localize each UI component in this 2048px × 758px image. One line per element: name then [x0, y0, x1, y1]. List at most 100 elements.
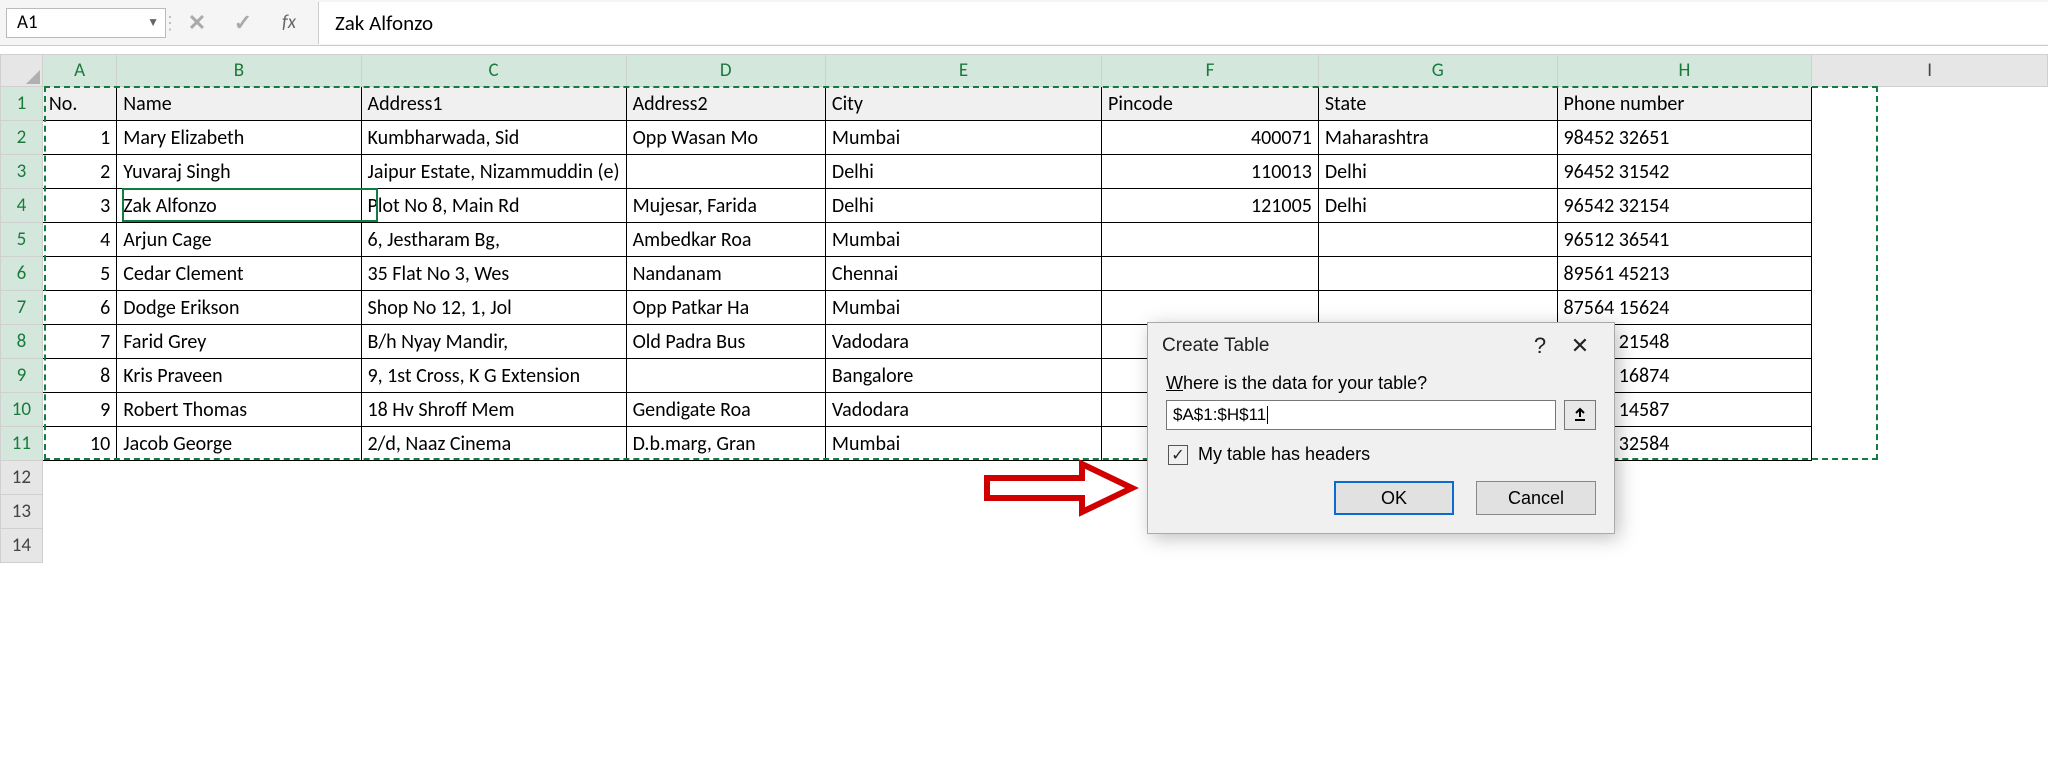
select-all-corner[interactable] [1, 55, 43, 87]
header-cell[interactable]: Phone number [1557, 87, 1812, 121]
data-cell[interactable]: B/h Nyay Mandir, [361, 325, 626, 359]
header-cell[interactable]: Address1 [361, 87, 626, 121]
col-header-C[interactable]: C [361, 55, 626, 87]
data-cell[interactable]: Kumbharwada, Sid [361, 121, 626, 155]
header-cell[interactable]: No. [42, 87, 116, 121]
data-cell[interactable]: Dodge Erikson [117, 291, 361, 325]
help-button[interactable]: ? [1520, 333, 1560, 359]
empty-cell[interactable] [1812, 257, 2048, 291]
col-header-I[interactable]: I [1812, 55, 2048, 87]
data-cell[interactable]: Arjun Cage [117, 223, 361, 257]
fx-icon[interactable]: fx [266, 2, 312, 44]
row-header-13[interactable]: 13 [1, 495, 43, 529]
data-cell[interactable]: 2/d, Naaz Cinema [361, 427, 626, 461]
empty-cell[interactable] [1812, 393, 2048, 427]
data-cell[interactable]: 98452 32651 [1557, 121, 1812, 155]
cancel-icon[interactable]: ✕ [174, 2, 220, 44]
empty-cell[interactable] [117, 461, 361, 495]
data-cell[interactable]: Kris Praveen [117, 359, 361, 393]
data-cell[interactable] [1318, 257, 1557, 291]
data-cell[interactable]: 5 [42, 257, 116, 291]
empty-cell[interactable] [361, 495, 626, 529]
data-cell[interactable]: Delhi [825, 155, 1101, 189]
data-cell[interactable]: D.b.marg, Gran [626, 427, 825, 461]
data-cell[interactable]: 35 Flat No 3, Wes [361, 257, 626, 291]
data-cell[interactable]: Shop No 12, 1, Jol [361, 291, 626, 325]
data-cell[interactable]: Mujesar, Farida [626, 189, 825, 223]
data-cell[interactable]: 400071 [1102, 121, 1319, 155]
data-cell[interactable]: 8 [42, 359, 116, 393]
data-cell[interactable] [1318, 291, 1557, 325]
ok-button[interactable]: OK [1334, 481, 1454, 515]
data-cell[interactable]: 121005 [1102, 189, 1319, 223]
empty-cell[interactable] [1812, 325, 2048, 359]
data-cell[interactable] [1318, 223, 1557, 257]
row-header-11[interactable]: 11 [1, 427, 43, 461]
row-header-8[interactable]: 8 [1, 325, 43, 359]
data-cell[interactable]: Mumbai [825, 427, 1101, 461]
empty-cell[interactable] [825, 495, 1101, 529]
row-header-4[interactable]: 4 [1, 189, 43, 223]
empty-cell[interactable] [1812, 495, 2048, 529]
row-header-10[interactable]: 10 [1, 393, 43, 427]
data-cell[interactable]: Vadodara [825, 393, 1101, 427]
header-cell[interactable]: Address2 [626, 87, 825, 121]
data-cell[interactable]: Yuvaraj Singh [117, 155, 361, 189]
data-cell[interactable]: 96512 36541 [1557, 223, 1812, 257]
col-header-B[interactable]: B [117, 55, 361, 87]
row-header-5[interactable]: 5 [1, 223, 43, 257]
empty-cell[interactable] [1812, 223, 2048, 257]
empty-cell[interactable] [117, 495, 361, 529]
data-cell[interactable]: Jacob George [117, 427, 361, 461]
data-cell[interactable]: Plot No 8, Main Rd [361, 189, 626, 223]
data-cell[interactable]: Mumbai [825, 291, 1101, 325]
data-cell[interactable] [626, 155, 825, 189]
data-cell[interactable]: 2 [42, 155, 116, 189]
data-cell[interactable]: Delhi [825, 189, 1101, 223]
empty-cell[interactable] [1812, 291, 2048, 325]
accept-icon[interactable]: ✓ [220, 2, 266, 44]
data-cell[interactable]: 96542 32154 [1557, 189, 1812, 223]
data-cell[interactable]: Vadodara [825, 325, 1101, 359]
data-cell[interactable]: 4 [42, 223, 116, 257]
header-cell[interactable]: Name [117, 87, 361, 121]
row-header-14[interactable]: 14 [1, 529, 43, 563]
data-cell[interactable]: Cedar Clement [117, 257, 361, 291]
headers-checkbox[interactable]: ✓ [1168, 445, 1188, 465]
close-button[interactable]: ✕ [1560, 333, 1600, 359]
col-header-E[interactable]: E [825, 55, 1101, 87]
data-cell[interactable]: Zak Alfonzo [117, 189, 361, 223]
headers-checkbox-row[interactable]: ✓ My table has headers [1168, 444, 1596, 465]
empty-cell[interactable] [825, 461, 1101, 495]
data-cell[interactable] [1102, 257, 1319, 291]
empty-cell[interactable] [825, 529, 1101, 563]
data-cell[interactable]: Opp Patkar Ha [626, 291, 825, 325]
worksheet-grid[interactable]: ABCDEFGHI1No.NameAddress1Address2CityPin… [0, 54, 2048, 563]
data-cell[interactable]: Jaipur Estate, Nizammuddin (e) [361, 155, 626, 189]
empty-cell[interactable] [1812, 461, 2048, 495]
data-cell[interactable]: Mumbai [825, 121, 1101, 155]
header-cell[interactable]: State [1318, 87, 1557, 121]
empty-cell[interactable] [42, 461, 116, 495]
data-cell[interactable]: 9 [42, 393, 116, 427]
data-cell[interactable]: Delhi [1318, 155, 1557, 189]
data-cell[interactable]: 7 [42, 325, 116, 359]
name-box[interactable]: A1 ▼ [6, 8, 166, 38]
data-cell[interactable]: 6, Jestharam Bg, [361, 223, 626, 257]
header-cell[interactable]: Pincode [1102, 87, 1319, 121]
data-cell[interactable]: Nandanam [626, 257, 825, 291]
data-cell[interactable]: Robert Thomas [117, 393, 361, 427]
data-cell[interactable]: Farid Grey [117, 325, 361, 359]
data-cell[interactable] [626, 359, 825, 393]
data-cell[interactable]: 1 [42, 121, 116, 155]
header-cell[interactable]: City [825, 87, 1101, 121]
data-cell[interactable]: 6 [42, 291, 116, 325]
empty-cell[interactable] [117, 529, 361, 563]
row-header-9[interactable]: 9 [1, 359, 43, 393]
empty-cell[interactable] [361, 461, 626, 495]
chevron-down-icon[interactable]: ▼ [147, 15, 159, 30]
empty-cell[interactable] [1812, 87, 2048, 121]
data-cell[interactable]: 10 [42, 427, 116, 461]
empty-cell[interactable] [1812, 359, 2048, 393]
data-cell[interactable]: Ambedkar Roa [626, 223, 825, 257]
